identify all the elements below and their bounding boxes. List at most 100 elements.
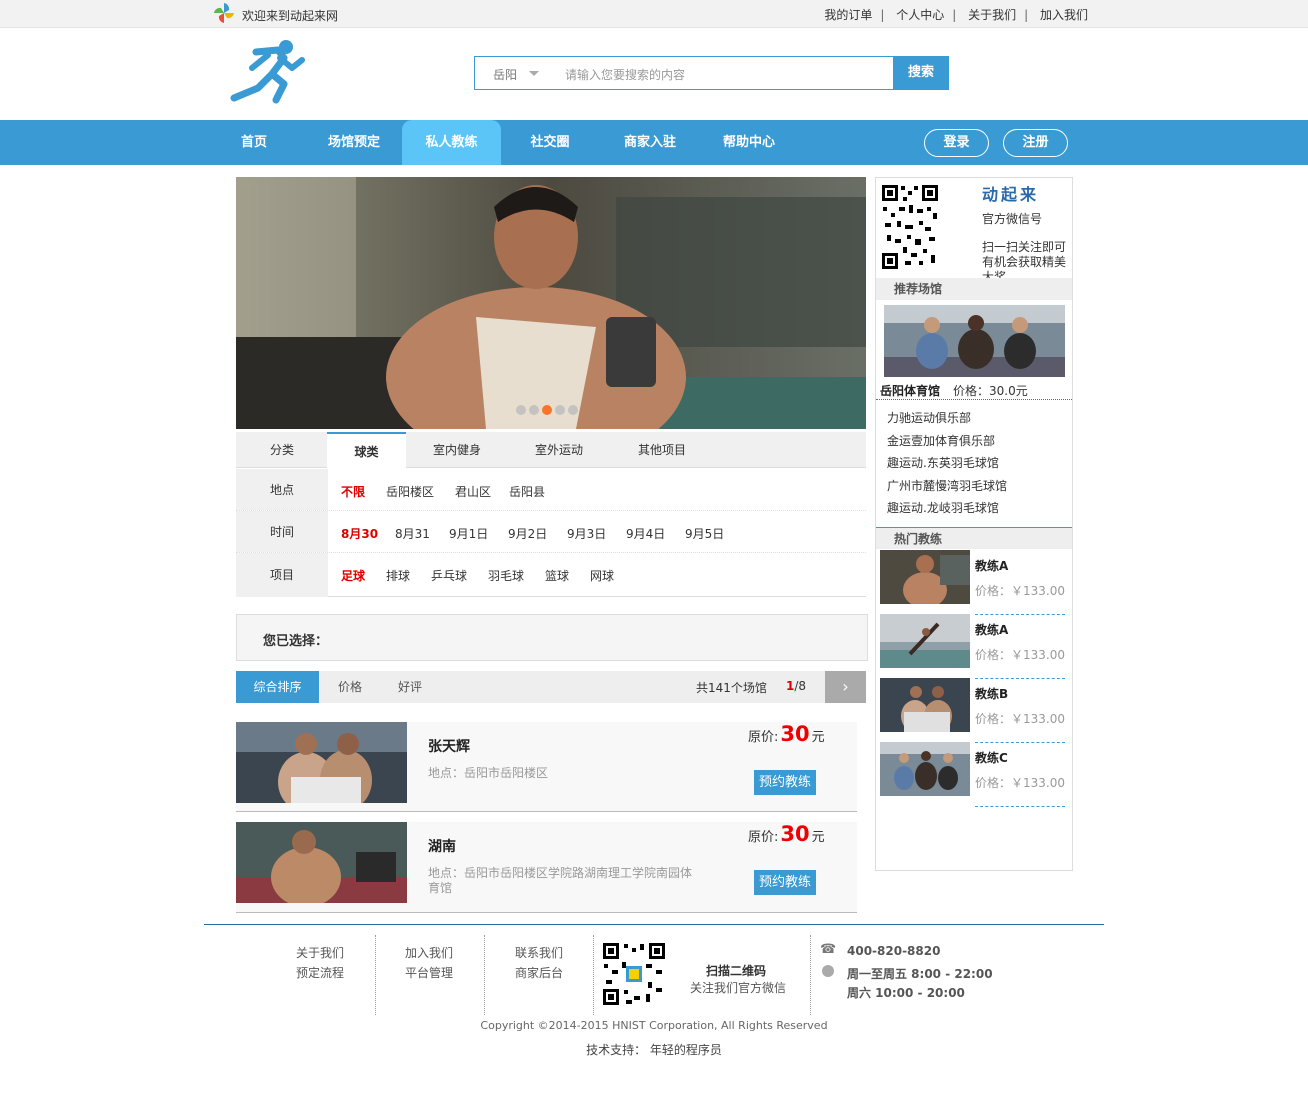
footer-platform-link[interactable]: 平台管理: [405, 963, 453, 983]
recommended-venue-name[interactable]: 岳阳体育馆: [880, 382, 940, 399]
coach-address: 地点：岳阳市岳阳楼区: [428, 766, 549, 780]
sort-rating[interactable]: 好评: [386, 671, 434, 703]
coach-name[interactable]: 教练A: [975, 621, 1008, 638]
time-row: 时间 8月30 8月31 9月1日 9月2日 9月3日 9月4日 9月5日: [236, 511, 866, 553]
date-option[interactable]: 8月31: [395, 525, 430, 542]
coach-thumb[interactable]: [880, 614, 970, 668]
project-option[interactable]: 羽毛球: [488, 567, 524, 584]
sidebar-top-border: [875, 177, 1073, 178]
brand-name: 动起来: [982, 185, 1040, 204]
nav-help[interactable]: 帮助中心: [711, 120, 787, 165]
carousel-dot[interactable]: [529, 405, 539, 415]
price-block: 原价:30 元: [748, 822, 825, 846]
coach-thumb[interactable]: [880, 550, 970, 604]
search-input[interactable]: 请输入您要搜索的内容: [565, 66, 685, 83]
coach-thumb[interactable]: [880, 678, 970, 732]
selected-label: 您已选择：: [263, 634, 329, 649]
main-nav: 首页 场馆预定 私人教练 社交圈 商家入驻 帮助中心 登录 注册: [0, 120, 1308, 165]
nav-venue-booking[interactable]: 场馆预定: [316, 120, 392, 165]
project-option[interactable]: 篮球: [545, 567, 569, 584]
carousel-dot[interactable]: [568, 405, 578, 415]
tab-outdoor[interactable]: 室外运动: [518, 432, 600, 468]
top-links: 我的订单 | 个人中心 | 关于我们 | 加入我们: [824, 8, 1088, 22]
project-option[interactable]: 排球: [386, 567, 410, 584]
header: 岳阳 请输入您要搜索的内容 搜索: [0, 28, 1308, 120]
location-option[interactable]: 岳阳楼区: [386, 483, 434, 500]
venue-link[interactable]: 金运壹加体育俱乐部: [887, 430, 1007, 453]
join-us-link[interactable]: 加入我们: [1040, 8, 1088, 22]
footer-join-link[interactable]: 加入我们: [405, 943, 453, 963]
runner-logo-icon[interactable]: [228, 38, 306, 104]
coach-photo[interactable]: [236, 822, 407, 903]
venue-link[interactable]: 趣运动.龙岐羽毛球馆: [887, 497, 1007, 520]
price-value: 30: [780, 822, 810, 846]
project-option[interactable]: 乒乓球: [431, 567, 467, 584]
coach-price: 价格：￥133.00: [975, 580, 1065, 615]
my-orders-link[interactable]: 我的订单: [824, 8, 872, 22]
tech-support: 技术支持： 年轻的程序员: [586, 1043, 722, 1057]
tab-ball[interactable]: 球类: [327, 432, 406, 468]
coach-name[interactable]: 教练A: [975, 557, 1008, 574]
chevron-down-icon[interactable]: [529, 71, 539, 76]
nav-personal-trainer[interactable]: 私人教练: [402, 120, 501, 165]
project-option[interactable]: 网球: [590, 567, 614, 584]
copyright: Copyright ©2014-2015 HNIST Corporation, …: [480, 1019, 828, 1032]
nav-social[interactable]: 社交圈: [520, 120, 580, 165]
next-page-button[interactable]: ›: [825, 671, 866, 703]
footer-contact-link[interactable]: 联系我们: [515, 943, 563, 963]
nav-merchant[interactable]: 商家入驻: [612, 120, 688, 165]
venue-link[interactable]: 力驰运动俱乐部: [887, 407, 1007, 430]
project-option[interactable]: 足球: [341, 567, 365, 584]
date-option[interactable]: 9月4日: [626, 525, 665, 542]
date-option[interactable]: 8月30: [341, 525, 378, 542]
date-option[interactable]: 9月5日: [685, 525, 724, 542]
carousel-dot[interactable]: [555, 405, 565, 415]
nav-home[interactable]: 首页: [224, 120, 284, 165]
phone-number: 400-820-8820: [847, 944, 941, 958]
city-select[interactable]: 岳阳: [493, 66, 517, 83]
wechat-qr-code: [881, 183, 939, 269]
price-unit: 元: [811, 830, 825, 845]
search-box: 岳阳 请输入您要搜索的内容 搜索: [474, 56, 949, 90]
sort-price[interactable]: 价格: [326, 671, 374, 703]
date-option[interactable]: 9月1日: [449, 525, 488, 542]
top-bar: 欢迎来到动起来网 我的订单 | 个人中心 | 关于我们 | 加入我们: [0, 0, 1308, 28]
tab-indoor[interactable]: 室内健身: [416, 432, 498, 468]
coach-name[interactable]: 教练C: [975, 749, 1008, 766]
carousel-dot-active[interactable]: [542, 405, 552, 415]
qr-title: 扫描二维码: [706, 964, 767, 978]
coach-price: 价格：￥133.00: [975, 772, 1065, 807]
footer-process-link[interactable]: 预定流程: [296, 963, 344, 983]
carousel-dot[interactable]: [516, 405, 526, 415]
venue-link[interactable]: 广州市麓慢湾羽毛球馆: [887, 475, 1007, 498]
footer-merchant-link[interactable]: 商家后台: [515, 963, 563, 983]
divider: [876, 399, 1072, 400]
login-button[interactable]: 登录: [924, 129, 989, 157]
about-us-link[interactable]: 关于我们: [968, 8, 1016, 22]
footer: 关于我们 预定流程 加入我们 平台管理 联系我们 商家后台 扫描二维码 关注我们…: [204, 924, 1104, 1064]
date-option[interactable]: 9月3日: [567, 525, 606, 542]
location-option[interactable]: 不限: [341, 483, 365, 500]
coach-name[interactable]: 教练B: [975, 685, 1008, 702]
recommended-venue-photo[interactable]: [884, 305, 1065, 377]
coach-address: 地点：岳阳市岳阳楼区学院路湖南理工学院南园体育馆: [428, 866, 693, 895]
personal-center-link[interactable]: 个人中心: [896, 8, 944, 22]
footer-about-link[interactable]: 关于我们: [296, 943, 344, 963]
coach-name[interactable]: 张天辉: [428, 736, 470, 756]
coach-thumb[interactable]: [880, 742, 970, 796]
phone-icon: ☎: [820, 942, 837, 957]
book-coach-button[interactable]: 预约教练: [754, 870, 816, 895]
location-option[interactable]: 岳阳县: [509, 483, 545, 500]
register-button[interactable]: 注册: [1003, 129, 1068, 157]
search-button[interactable]: 搜索: [893, 56, 949, 90]
sort-comprehensive[interactable]: 综合排序: [236, 671, 319, 703]
coach-photo[interactable]: [236, 722, 407, 803]
hero-banner[interactable]: [236, 177, 866, 429]
tab-other[interactable]: 其他项目: [621, 432, 703, 468]
location-option[interactable]: 君山区: [455, 483, 491, 500]
book-coach-button[interactable]: 预约教练: [754, 770, 816, 795]
date-option[interactable]: 9月2日: [508, 525, 547, 542]
venue-link[interactable]: 趣运动.东英羽毛球馆: [887, 452, 1007, 475]
location-label: 地点: [236, 469, 328, 510]
coach-name[interactable]: 湖南: [428, 836, 456, 856]
